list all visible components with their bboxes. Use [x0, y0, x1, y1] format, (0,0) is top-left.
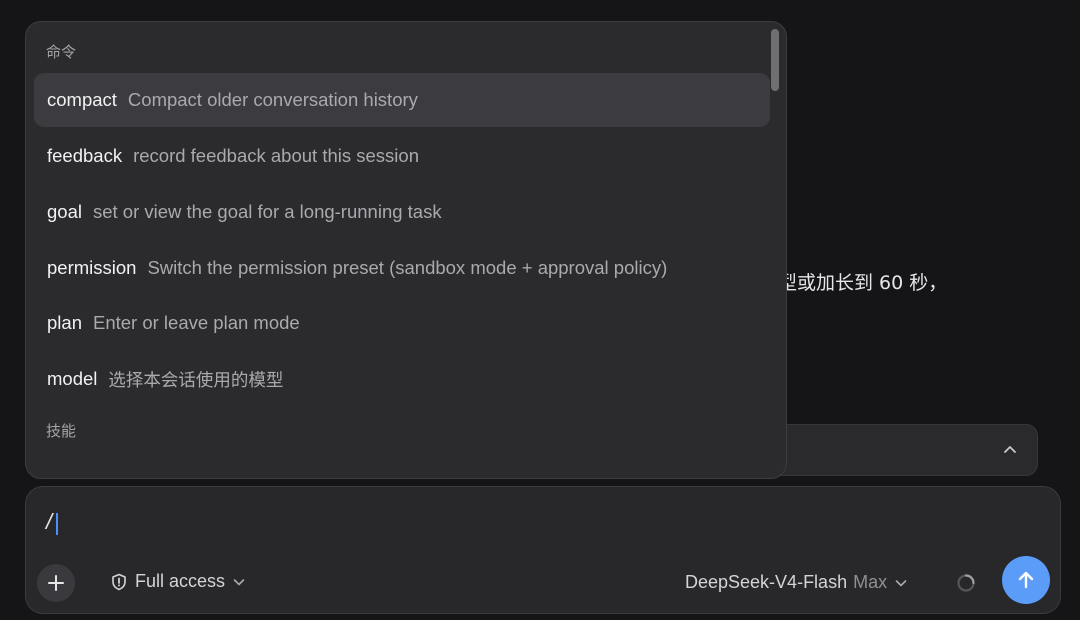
- plus-icon: [48, 575, 64, 591]
- command-description: Enter or leave plan mode: [92, 312, 300, 333]
- shield-icon: [112, 573, 126, 590]
- add-attachment-button[interactable]: [37, 564, 75, 602]
- composer-input[interactable]: /: [46, 509, 52, 535]
- command-name: model: [47, 368, 98, 389]
- command-description: 选择本会话使用的模型: [108, 370, 284, 391]
- arrow-up-icon: [1018, 571, 1034, 589]
- command-item-permission[interactable]: permission Switch the permission preset …: [34, 241, 770, 295]
- command-item-plan[interactable]: plan Enter or leave plan mode: [34, 296, 770, 350]
- model-name: DeepSeek-V4-Flash: [685, 572, 848, 592]
- command-name: goal: [47, 201, 82, 222]
- access-mode-dropdown[interactable]: Full access: [109, 571, 247, 592]
- popup-scrollbar[interactable]: [771, 29, 779, 91]
- command-name: compact: [47, 89, 117, 110]
- access-mode-label: Full access: [135, 571, 226, 591]
- message-composer: / Full access DeepSeek-V4-Flash Max: [25, 486, 1061, 614]
- command-description: Switch the permission preset (sandbox mo…: [147, 257, 668, 278]
- command-item-goal[interactable]: goal set or view the goal for a long-run…: [34, 185, 770, 239]
- command-description: record feedback about this session: [133, 145, 419, 166]
- text-caret: [56, 513, 58, 535]
- command-description: set or view the goal for a long-running …: [92, 201, 442, 222]
- command-name: plan: [47, 312, 82, 333]
- skills-section-label: 技能: [46, 422, 77, 440]
- command-description: Compact older conversation history: [127, 89, 418, 110]
- chevron-down-icon: [233, 578, 245, 585]
- command-name: permission: [47, 257, 137, 278]
- command-item-model[interactable]: model 选择本会话使用的模型: [34, 352, 770, 406]
- commands-section-label: 命令: [46, 43, 77, 61]
- model-selector[interactable]: DeepSeek-V4-Flash Max: [685, 572, 909, 593]
- command-item-compact[interactable]: compact Compact older conversation histo…: [34, 73, 770, 127]
- send-button[interactable]: [1002, 556, 1050, 604]
- chevron-down-icon: [895, 579, 907, 586]
- slash-command-popup: 命令 compact Compact older conversation hi…: [25, 21, 787, 479]
- command-item-feedback[interactable]: feedback record feedback about this sess…: [34, 129, 770, 183]
- chevron-up-icon[interactable]: [1001, 441, 1019, 459]
- command-name: feedback: [47, 145, 123, 166]
- model-tier: Max: [853, 572, 888, 592]
- loading-spinner-icon: [957, 574, 975, 592]
